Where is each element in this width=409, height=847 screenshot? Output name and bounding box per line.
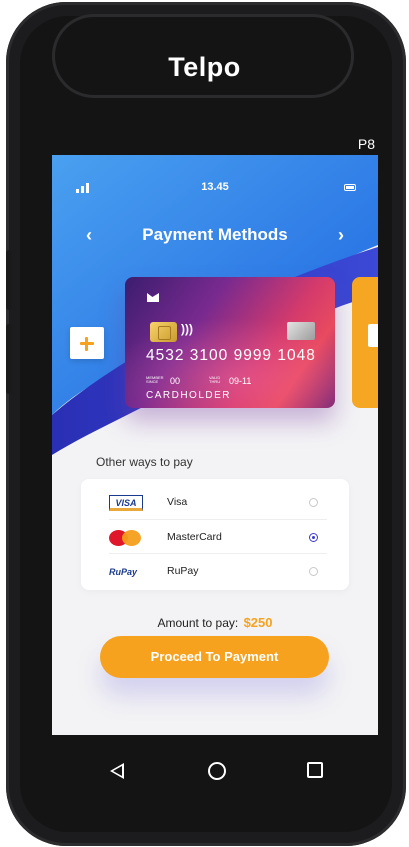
- contactless-icon: ))): [181, 322, 193, 336]
- radio-button[interactable]: [309, 498, 318, 507]
- radio-button-selected[interactable]: [309, 533, 318, 542]
- rupay-logo-icon: RuPay: [109, 567, 138, 577]
- add-card-button[interactable]: [70, 327, 104, 359]
- other-ways-title: Other ways to pay: [96, 455, 193, 469]
- device-model: P8: [357, 136, 375, 152]
- system-nav-bar: [52, 735, 378, 807]
- payment-option-visa[interactable]: VISA Visa: [81, 485, 349, 518]
- volume-button: [6, 250, 12, 310]
- valid-thru-value: 09-11: [229, 376, 252, 386]
- payment-option-rupay[interactable]: RuPay RuPay: [81, 554, 349, 587]
- card-number: 4532 3100 9999 1048: [146, 347, 316, 364]
- member-since-label: MEMBER SINCE: [146, 375, 164, 384]
- payment-option-label: RuPay: [167, 565, 199, 577]
- amount-to-pay: Amount to pay: $250: [52, 615, 378, 630]
- amount-value: $250: [243, 615, 273, 630]
- cardholder-name: CARDHOLDER: [146, 390, 232, 401]
- device-brand-logo: Telpo: [168, 52, 241, 82]
- radio-button[interactable]: [309, 567, 318, 576]
- payment-methods-list: VISA Visa MasterCard RuPay RuPay: [81, 479, 349, 590]
- card-brand-icon: [147, 293, 159, 302]
- page-title: Payment Methods: [142, 225, 288, 244]
- hologram-icon: [287, 322, 315, 340]
- credit-card[interactable]: ))) 4532 3100 9999 1048 MEMBER SINCE 00 …: [125, 277, 335, 408]
- payment-option-label: MasterCard: [167, 531, 222, 543]
- header: ‹ Payment Methods ›: [52, 225, 378, 249]
- power-button: [6, 324, 12, 394]
- status-time: 13.45: [201, 181, 229, 193]
- payment-option-label: Visa: [167, 496, 188, 508]
- proceed-to-payment-button[interactable]: Proceed To Payment: [100, 636, 329, 678]
- chip-icon: [150, 322, 177, 342]
- app-screen: 13.45 ‹ Payment Methods › ))) 4532 3100 …: [52, 155, 378, 735]
- chevron-right-icon[interactable]: ›: [338, 225, 344, 246]
- battery-icon: [344, 184, 356, 191]
- next-card-preview[interactable]: [352, 277, 378, 408]
- recent-apps-icon[interactable]: [307, 762, 323, 778]
- status-bar: 13.45: [52, 181, 378, 197]
- mastercard-logo-icon: [109, 530, 143, 546]
- home-icon[interactable]: [208, 762, 226, 780]
- amount-label: Amount to pay:: [157, 616, 239, 630]
- valid-thru-label: VALID THRU: [209, 375, 221, 384]
- payment-option-mastercard[interactable]: MasterCard: [81, 520, 349, 553]
- member-since-value: 00: [170, 376, 181, 386]
- back-icon[interactable]: [110, 763, 124, 779]
- visa-logo-icon: VISA: [109, 495, 143, 511]
